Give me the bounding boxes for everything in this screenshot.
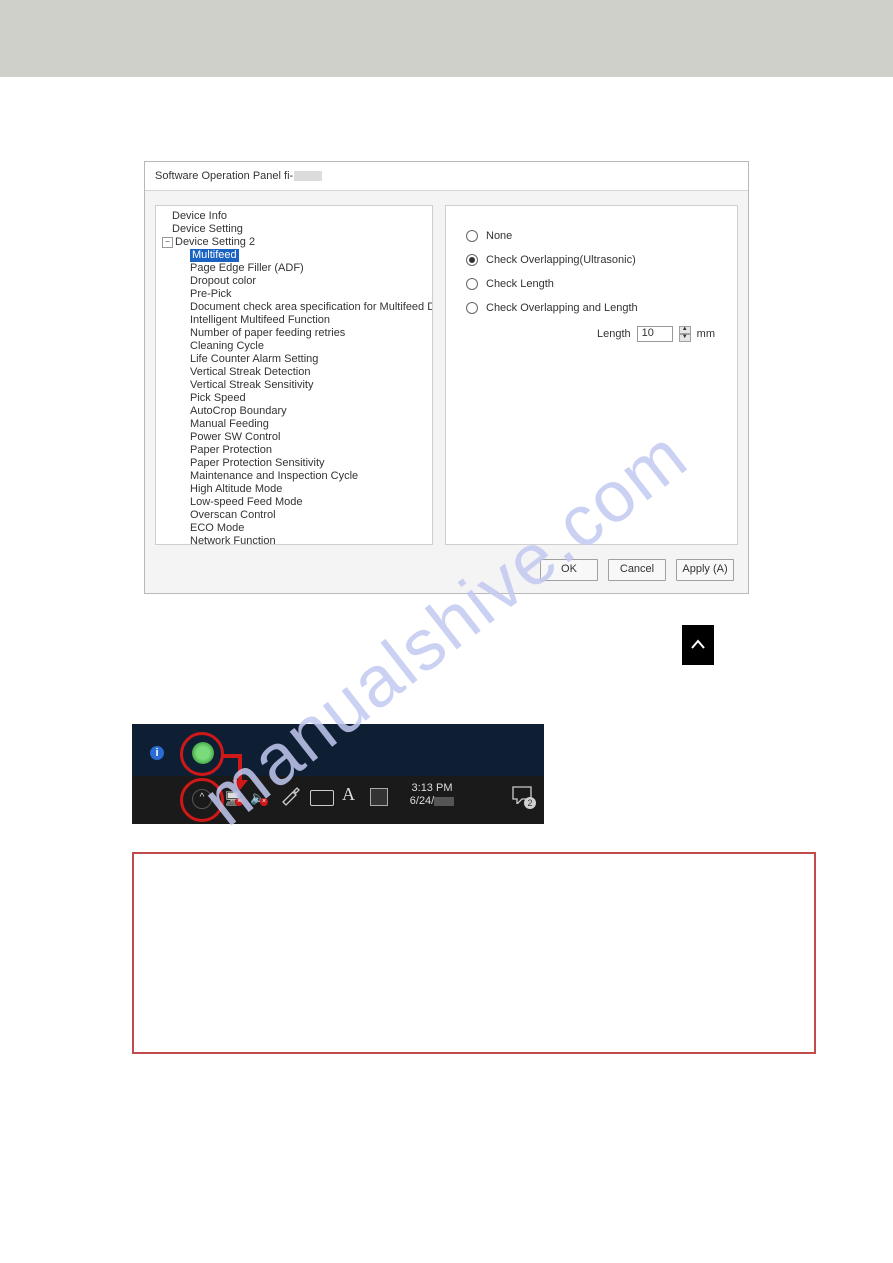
task-view-icon[interactable]	[370, 788, 388, 806]
radio-overlapping-and-length[interactable]: Check Overlapping and Length	[466, 302, 723, 314]
dialog-titlebar: Software Operation Panel fi-	[145, 162, 748, 191]
tree-item-feeding-retries[interactable]: Number of paper feeding retries	[162, 327, 426, 340]
page-header-bar	[0, 0, 893, 77]
software-operation-panel-dialog: Software Operation Panel fi- Device Info…	[144, 161, 749, 594]
tree-item-pre-pick[interactable]: Pre-Pick	[162, 288, 426, 301]
show-hidden-icons-button[interactable]: ^	[192, 789, 212, 809]
tree-item-paper-protection[interactable]: Paper Protection	[162, 444, 426, 457]
tree-item-multifeed[interactable]: Multifeed	[162, 249, 426, 262]
tree-item-overscan-control[interactable]: Overscan Control	[162, 509, 426, 522]
tree-item-manual-feeding[interactable]: Manual Feeding	[162, 418, 426, 431]
tree-item-streak-detection[interactable]: Vertical Streak Detection	[162, 366, 426, 379]
radio-label: Check Length	[486, 278, 554, 290]
network-disconnected-icon: ×	[235, 798, 243, 806]
length-spinner[interactable]: ▲ ▼	[679, 326, 691, 342]
chevron-up-icon	[691, 638, 705, 652]
tree-item-pick-speed[interactable]: Pick Speed	[162, 392, 426, 405]
radio-label: Check Overlapping(Ultrasonic)	[486, 254, 636, 266]
info-icon: i	[150, 746, 164, 760]
length-label: Length	[597, 328, 631, 340]
radio-none[interactable]: None	[466, 230, 723, 242]
dialog-title: Software Operation Panel fi-	[155, 170, 293, 182]
ime-indicator[interactable]: A	[342, 784, 355, 805]
tree-item-page-edge-filler[interactable]: Page Edge Filler (ADF)	[162, 262, 426, 275]
clock-date: 6/24/	[410, 795, 434, 807]
taskbar-clock[interactable]: 3:13 PM 6/24/	[402, 782, 462, 808]
radio-icon	[466, 254, 478, 266]
tree-item-power-sw[interactable]: Power SW Control	[162, 431, 426, 444]
length-input[interactable]: 10	[637, 326, 673, 342]
tree-item-low-speed-feed[interactable]: Low-speed Feed Mode	[162, 496, 426, 509]
radio-overlapping[interactable]: Check Overlapping(Ultrasonic)	[466, 254, 723, 266]
tree-item-cleaning-cycle[interactable]: Cleaning Cycle	[162, 340, 426, 353]
callout-arrow-icon	[218, 754, 254, 794]
spin-up-icon[interactable]: ▲	[679, 326, 691, 334]
radio-length[interactable]: Check Length	[466, 278, 723, 290]
volume-muted-icon: ×	[260, 798, 268, 806]
cancel-button[interactable]: Cancel	[608, 559, 666, 581]
attention-box	[132, 852, 816, 1054]
tree-item-device-info[interactable]: Device Info	[162, 210, 426, 223]
length-unit: mm	[697, 328, 715, 340]
tree-item-intelligent-multifeed[interactable]: Intelligent Multifeed Function	[162, 314, 426, 327]
tree-item-eco-mode[interactable]: ECO Mode	[162, 522, 426, 535]
pen-icon[interactable]	[280, 786, 300, 806]
tree-item-doc-check-area[interactable]: Document check area specification for Mu…	[162, 301, 426, 314]
tree-item-device-setting[interactable]: Device Setting	[162, 223, 426, 236]
tree-item-dropout-color[interactable]: Dropout color	[162, 275, 426, 288]
tree-item-network-function[interactable]: Network Function	[162, 535, 426, 545]
tree-item-maintenance[interactable]: Maintenance and Inspection Cycle	[162, 470, 426, 483]
year-redacted	[434, 797, 454, 806]
touch-keyboard-icon[interactable]	[310, 790, 334, 806]
radio-icon	[466, 302, 478, 314]
notification-count-badge: 2	[524, 797, 536, 809]
spin-down-icon[interactable]: ▼	[679, 334, 691, 342]
minus-icon[interactable]: −	[162, 237, 173, 248]
tree-item-life-counter-alarm[interactable]: Life Counter Alarm Setting	[162, 353, 426, 366]
ok-button[interactable]: OK	[540, 559, 598, 581]
tree-item-device-setting-2[interactable]: −Device Setting 2	[162, 236, 426, 249]
tree-item-paper-protection-sens[interactable]: Paper Protection Sensitivity	[162, 457, 426, 470]
scroll-to-top-button[interactable]	[682, 625, 714, 665]
radio-icon	[466, 230, 478, 242]
radio-label: Check Overlapping and Length	[486, 302, 638, 314]
tree-item-autocrop-boundary[interactable]: AutoCrop Boundary	[162, 405, 426, 418]
settings-tree[interactable]: Device Info Device Setting −Device Setti…	[155, 205, 433, 545]
tree-item-high-altitude[interactable]: High Altitude Mode	[162, 483, 426, 496]
radio-icon	[466, 278, 478, 290]
radio-label: None	[486, 230, 512, 242]
multifeed-options-panel: None Check Overlapping(Ultrasonic) Check…	[445, 205, 738, 545]
windows-taskbar-screenshot: i ^ 🖥 × 🔈 × A 3:13 PM 6/24/ 2	[132, 724, 544, 824]
clock-time: 3:13 PM	[402, 782, 462, 795]
model-redacted	[294, 171, 322, 181]
apply-button[interactable]: Apply (A)	[676, 559, 734, 581]
tree-item-streak-sensitivity[interactable]: Vertical Streak Sensitivity	[162, 379, 426, 392]
